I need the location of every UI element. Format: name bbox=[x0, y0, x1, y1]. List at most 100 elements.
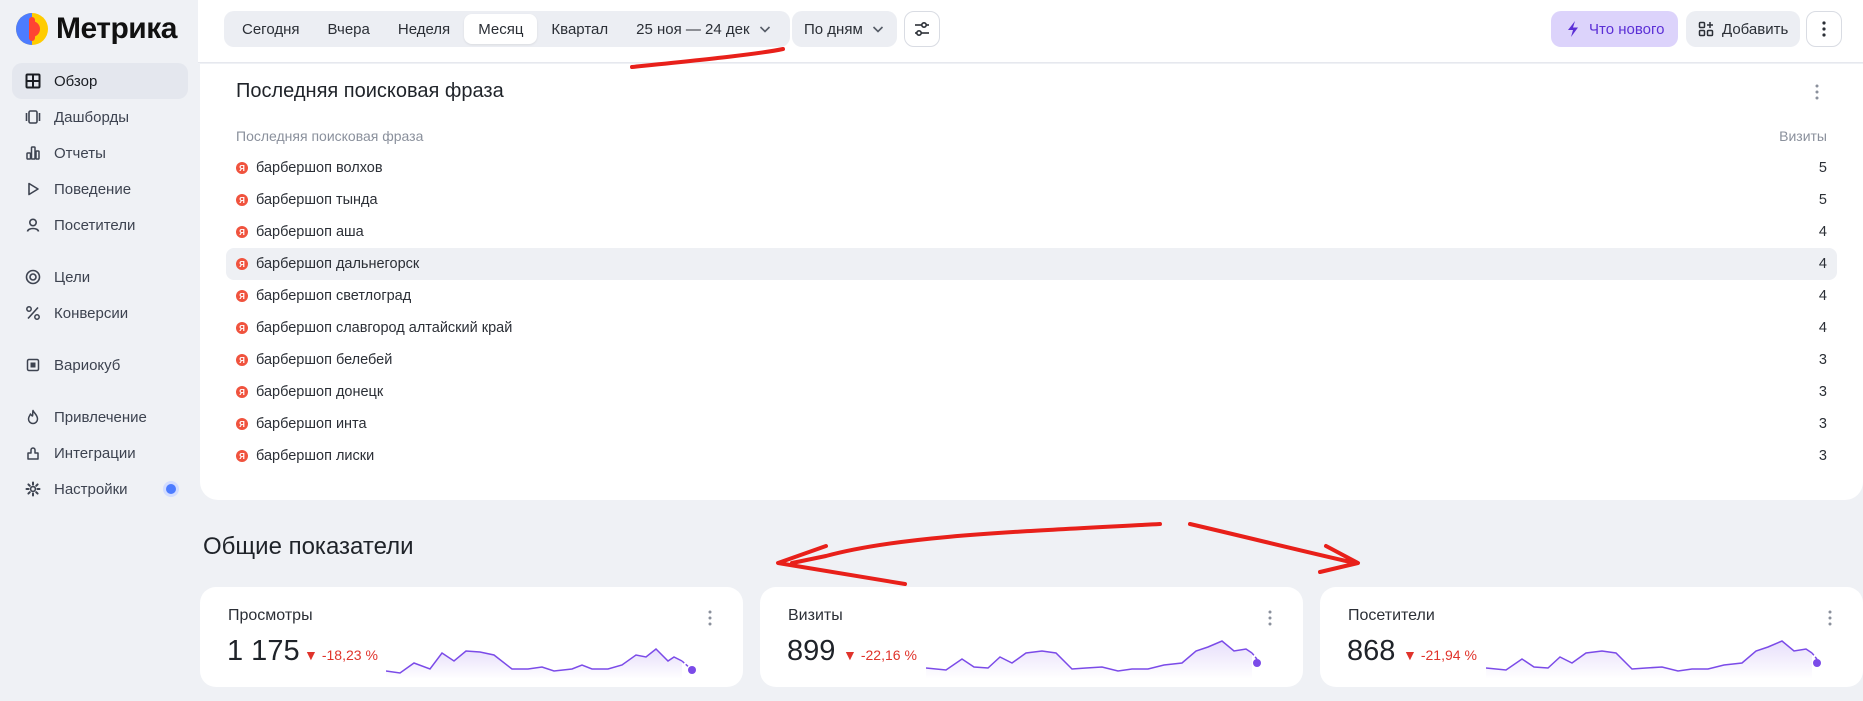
row-phrase: барбершоп белебей bbox=[256, 352, 393, 368]
add-widget-label: Добавить bbox=[1722, 20, 1789, 38]
search-phrase-widget: Последняя поисковая фраза Последняя поис… bbox=[200, 64, 1863, 500]
row-visits: 3 bbox=[1818, 448, 1827, 464]
period-week-button[interactable]: Неделя bbox=[384, 14, 464, 44]
metric-delta: ▼ -21,94 % bbox=[1403, 647, 1477, 663]
sidebar-item-integrations[interactable]: Интеграции bbox=[12, 435, 188, 471]
table-body: Ябарбершоп волхов 5 Ябарбершоп тында 5 Яба… bbox=[226, 152, 1837, 472]
gear-icon bbox=[24, 480, 42, 498]
metric-delta: ▼ -22,16 % bbox=[843, 647, 917, 663]
sidebar-item-acquisition[interactable]: Привлечение bbox=[12, 399, 188, 435]
sidebar-item-dashboards[interactable]: Дашборды bbox=[12, 99, 188, 135]
sidebar-item-label: Настройки bbox=[54, 480, 128, 498]
row-visits: 4 bbox=[1818, 320, 1827, 336]
row-visits: 3 bbox=[1818, 352, 1827, 368]
table-row[interactable]: Ябарбершоп лиски 3 bbox=[226, 440, 1837, 472]
metric-title: Посетители bbox=[1348, 607, 1435, 624]
table-row[interactable]: Ябарбершоп аша 4 bbox=[226, 216, 1837, 248]
widget-menu-button[interactable] bbox=[1807, 82, 1827, 102]
metric-title: Визиты bbox=[788, 607, 843, 624]
yandex-icon: Я bbox=[236, 226, 248, 238]
table-row[interactable]: Ябарбершоп донецк 3 bbox=[226, 376, 1837, 408]
logo[interactable]: Метрика bbox=[16, 12, 177, 46]
sidebar-item-variocube[interactable]: Вариокуб bbox=[12, 347, 188, 383]
row-phrase: барбершоп инта bbox=[256, 416, 367, 432]
column-phrase-header: Последняя поисковая фраза bbox=[236, 128, 424, 144]
group-by-label: По дням bbox=[804, 20, 863, 38]
table-row[interactable]: Ябарбершоп славгород алтайский край 4 bbox=[226, 312, 1837, 344]
sidebar-item-settings[interactable]: Настройки bbox=[12, 471, 188, 507]
sidebar-item-visitors[interactable]: Посетители bbox=[12, 207, 188, 243]
nav-divider bbox=[12, 331, 188, 347]
whats-new-button[interactable]: Что нового bbox=[1551, 11, 1679, 47]
table-row[interactable]: Ябарбершоп белебей 3 bbox=[226, 344, 1837, 376]
section-title: Общие показатели bbox=[203, 533, 414, 560]
row-phrase: барбершоп лиски bbox=[256, 448, 375, 464]
down-arrow-icon: ▼ bbox=[843, 647, 857, 663]
more-vertical-icon bbox=[1815, 84, 1819, 100]
sidebar-item-conversions[interactable]: Конверсии bbox=[12, 295, 188, 331]
sidebar-item-goals[interactable]: Цели bbox=[12, 259, 188, 295]
metric-card-visits[interactable]: Визиты 899 ▼ -22,16 % bbox=[760, 587, 1303, 687]
date-range-label: 25 ноя — 24 дек bbox=[636, 20, 750, 38]
metric-menu-button[interactable] bbox=[1823, 609, 1837, 627]
grid-icon bbox=[24, 72, 42, 90]
period-month-button[interactable]: Месяц bbox=[464, 14, 538, 44]
group-by-dropdown[interactable]: По дням bbox=[792, 11, 897, 47]
metric-menu-button[interactable] bbox=[1263, 609, 1277, 627]
metrika-logo-icon bbox=[16, 13, 48, 45]
yandex-icon: Я bbox=[236, 194, 248, 206]
yandex-icon: Я bbox=[236, 162, 248, 174]
more-vertical-icon bbox=[1828, 610, 1832, 626]
filters-button[interactable] bbox=[904, 11, 940, 47]
period-quarter-button[interactable]: Квартал bbox=[537, 14, 622, 44]
sidebar-item-label: Привлечение bbox=[54, 408, 147, 426]
sparkline-chart bbox=[1486, 640, 1821, 679]
more-vertical-icon bbox=[1268, 610, 1272, 626]
sliders-icon bbox=[915, 21, 929, 37]
sidebar-item-reports[interactable]: Отчеты bbox=[12, 135, 188, 171]
sparkline-chart bbox=[386, 647, 696, 679]
percent-icon bbox=[24, 304, 42, 322]
more-vertical-icon bbox=[708, 610, 712, 626]
target-icon bbox=[24, 268, 42, 286]
row-visits: 4 bbox=[1818, 288, 1827, 304]
row-visits: 4 bbox=[1818, 224, 1827, 240]
yandex-icon: Я bbox=[236, 386, 248, 398]
sidebar: Метрика Обзор Дашборды Отчеты Поведение bbox=[0, 0, 198, 701]
yandex-icon: Я bbox=[236, 290, 248, 302]
add-widget-button[interactable]: Добавить bbox=[1686, 11, 1801, 47]
row-phrase: барбершоп светлоград bbox=[256, 288, 412, 304]
metric-delta-value: -21,94 % bbox=[1420, 647, 1477, 663]
yandex-icon: Я bbox=[236, 354, 248, 366]
sidebar-item-label: Обзор bbox=[54, 72, 98, 90]
table-row[interactable]: Ябарбершоп тында 5 bbox=[226, 184, 1837, 216]
date-range-picker[interactable]: 25 ноя — 24 дек bbox=[622, 14, 785, 44]
sidebar-item-overview[interactable]: Обзор bbox=[12, 63, 188, 99]
sidebar-item-label: Посетители bbox=[54, 216, 136, 234]
table-header: Последняя поисковая фраза Визиты bbox=[236, 128, 1827, 144]
table-row[interactable]: Ябарбершоп инта 3 bbox=[226, 408, 1837, 440]
annotation-arrow-left bbox=[776, 522, 1162, 586]
row-phrase: барбершоп волхов bbox=[256, 160, 383, 176]
metric-menu-button[interactable] bbox=[703, 609, 717, 627]
row-phrase: барбершоп тында bbox=[256, 192, 378, 208]
row-visits: 3 bbox=[1818, 416, 1827, 432]
table-row[interactable]: Ябарбершоп дальнегорск 4 bbox=[226, 248, 1837, 280]
more-vertical-icon bbox=[1822, 21, 1826, 37]
chevron-down-icon bbox=[759, 26, 770, 33]
sidebar-item-behavior[interactable]: Поведение bbox=[12, 171, 188, 207]
metric-delta: ▼ -18,23 % bbox=[304, 647, 378, 663]
widget-title: Последняя поисковая фраза bbox=[236, 80, 504, 102]
more-options-button[interactable] bbox=[1806, 11, 1842, 47]
row-phrase: барбершоп славгород алтайский край bbox=[256, 320, 513, 336]
period-yesterday-button[interactable]: Вчера bbox=[314, 14, 384, 44]
period-today-button[interactable]: Сегодня bbox=[228, 14, 314, 44]
period-selector: Сегодня Вчера Неделя Месяц Квартал 25 но… bbox=[224, 11, 790, 47]
table-row[interactable]: Ябарбершоп волхов 5 bbox=[226, 152, 1837, 184]
row-visits: 3 bbox=[1818, 384, 1827, 400]
sidebar-item-label: Отчеты bbox=[54, 144, 106, 162]
metric-card-visitors[interactable]: Посетители 868 ▼ -21,94 % bbox=[1320, 587, 1863, 687]
metric-card-pageviews[interactable]: Просмотры 1 175 ▼ -18,23 % bbox=[200, 587, 743, 687]
row-phrase: барбершоп донецк bbox=[256, 384, 384, 400]
table-row[interactable]: Ябарбершоп светлоград 4 bbox=[226, 280, 1837, 312]
